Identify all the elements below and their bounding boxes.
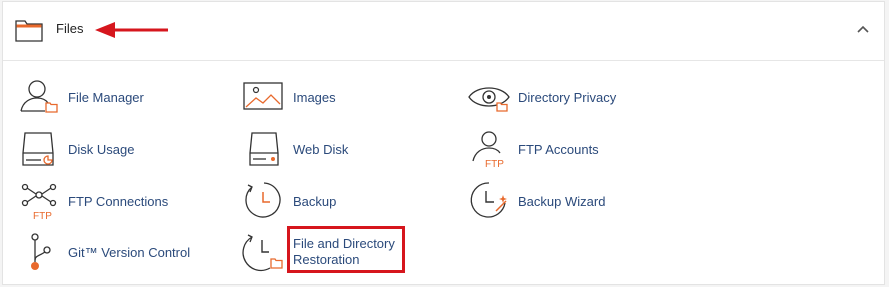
item-label: FTP Accounts bbox=[518, 142, 599, 157]
annotation-arrow bbox=[95, 22, 168, 38]
file-manager-icon bbox=[20, 80, 58, 113]
section-title: Files bbox=[56, 21, 84, 36]
restore-folder-icon bbox=[242, 234, 283, 272]
images-link[interactable]: Images bbox=[242, 77, 442, 117]
ftp-user-icon: FTP bbox=[472, 131, 504, 170]
backup-wizard-link[interactable]: Backup Wizard bbox=[467, 181, 667, 221]
item-label: Web Disk bbox=[293, 142, 349, 157]
svg-text:FTP: FTP bbox=[33, 211, 52, 222]
section-header[interactable]: Files bbox=[3, 2, 884, 61]
network-ftp-icon: FTP bbox=[21, 183, 57, 222]
backup-wand-icon bbox=[470, 182, 507, 218]
web-disk-link[interactable]: Web Disk bbox=[242, 129, 442, 169]
git-version-control-link[interactable]: Git™ Version Control bbox=[17, 232, 217, 272]
item-label: Directory Privacy bbox=[518, 90, 617, 105]
disk-usage-icon bbox=[22, 132, 54, 166]
backup-clock-icon bbox=[245, 182, 281, 218]
directory-privacy-link[interactable]: Directory Privacy bbox=[467, 77, 667, 117]
files-panel: Files File Manager Images Directory Priv… bbox=[2, 1, 885, 285]
item-label: Git™ Version Control bbox=[68, 245, 191, 260]
annotation-highlight-box bbox=[287, 226, 405, 273]
item-label: FTP Connections bbox=[68, 194, 169, 209]
ftp-connections-link[interactable]: FTP FTP Connections bbox=[17, 181, 217, 222]
eye-folder-icon bbox=[468, 87, 510, 112]
file-manager-link[interactable]: File Manager bbox=[17, 77, 217, 117]
git-branch-icon bbox=[31, 233, 51, 270]
item-label: Images bbox=[293, 90, 336, 105]
ftp-accounts-link[interactable]: FTP FTP Accounts bbox=[467, 129, 667, 170]
item-label: File Manager bbox=[68, 90, 144, 105]
folder-icon bbox=[15, 20, 43, 42]
item-label: Disk Usage bbox=[68, 142, 135, 157]
item-label: Backup bbox=[293, 194, 337, 209]
disk-usage-link[interactable]: Disk Usage bbox=[17, 129, 217, 169]
images-icon bbox=[243, 82, 283, 110]
item-label: Backup Wizard bbox=[518, 194, 606, 209]
web-disk-icon bbox=[249, 132, 279, 166]
svg-text:FTP: FTP bbox=[485, 159, 504, 170]
chevron-up-icon[interactable] bbox=[856, 24, 870, 34]
backup-link[interactable]: Backup bbox=[242, 181, 442, 221]
